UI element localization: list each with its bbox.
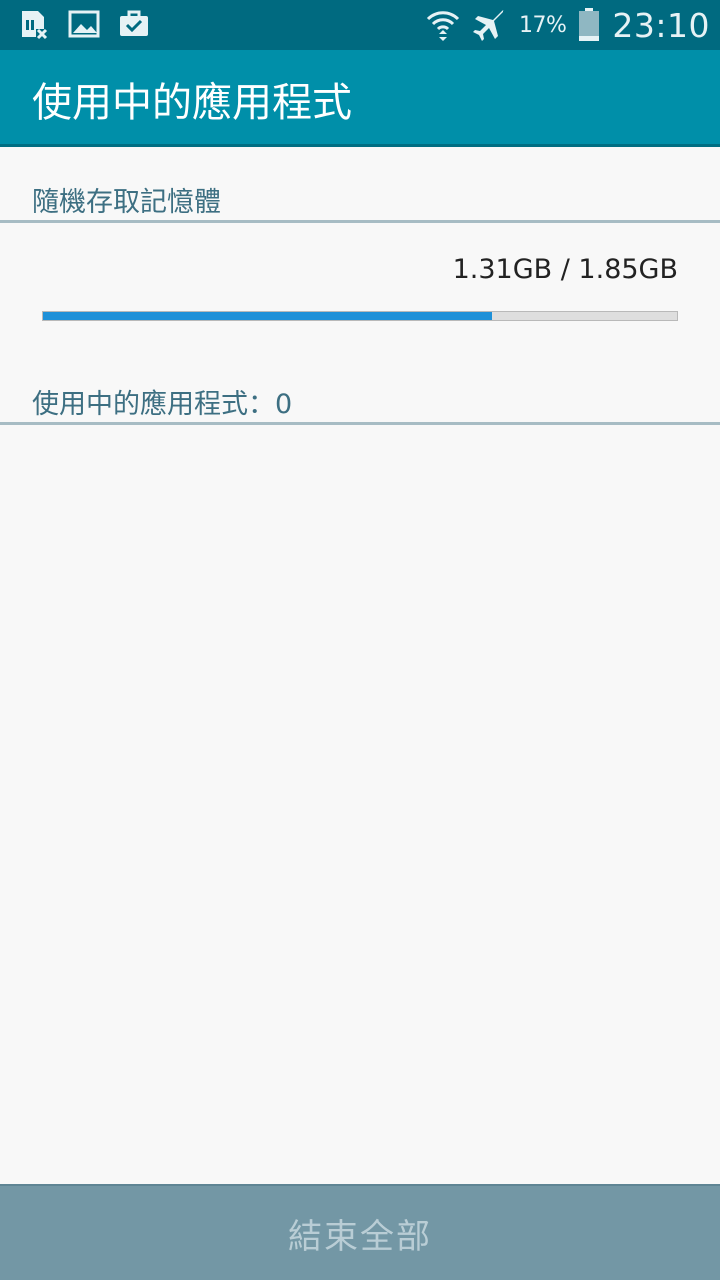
ram-progress-fill [43,312,492,320]
end-all-label: 結束全部 [288,1216,432,1257]
image-icon [68,10,100,38]
notification-icons [18,8,150,40]
status-bar: 17% 23:10 [0,0,720,50]
ram-usage-text: 1.31GB / 1.85GB [452,254,678,285]
ram-progress-bar [42,311,678,321]
action-bar: 使用中的應用程式 [0,50,720,147]
active-apps-count: 使用中的應用程式：0 [32,389,293,420]
battery-percentage: 17% [518,12,567,38]
wifi-icon [426,11,460,41]
airplane-mode-icon [472,10,504,41]
ram-section-title: 隨機存取記憶體 [32,187,221,218]
ram-section-header: 隨機存取記憶體 [0,146,720,223]
briefcase-check-icon [120,10,148,36]
end-all-button[interactable]: 結束全部 [0,1184,720,1280]
clock: 23:10 [612,5,710,45]
system-icons: 17% 23:10 [425,0,710,50]
battery-icon [579,8,600,41]
active-apps-header: 使用中的應用程式：0 [0,350,720,425]
page-title: 使用中的應用程式 [32,80,352,126]
sim-error-icon [22,11,48,40]
